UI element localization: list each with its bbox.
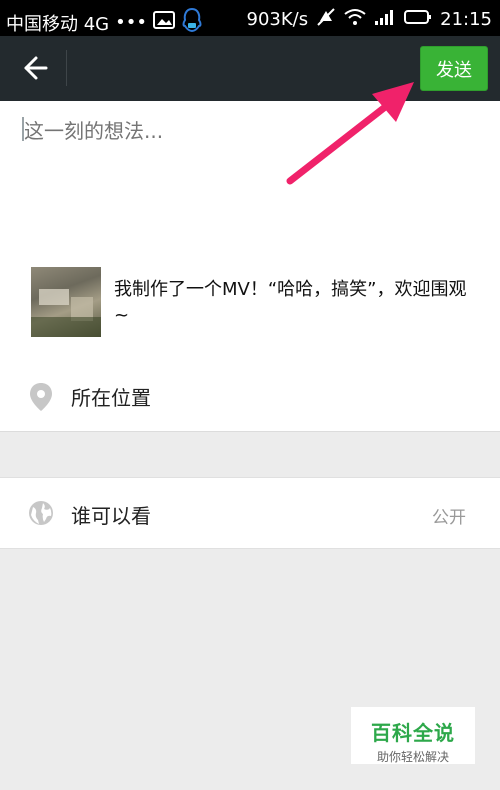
location-label: 所在位置 xyxy=(71,386,151,410)
battery-icon xyxy=(404,9,432,30)
shared-mv-card[interactable]: 我制作了一个MV！“哈哈，搞笑”，欢迎围观~ xyxy=(31,267,471,339)
title-divider xyxy=(66,50,67,86)
visibility-value: 公开 xyxy=(432,508,466,528)
status-bar: 中国移动 4G ••• 903K/s 21:15 xyxy=(0,0,500,36)
signal-icon xyxy=(374,8,396,31)
title-bar: 发送 xyxy=(0,36,500,101)
section-separator xyxy=(0,431,500,432)
back-button[interactable] xyxy=(14,50,54,86)
location-pin-icon xyxy=(30,383,52,411)
location-row[interactable]: 所在位置 xyxy=(0,360,500,431)
image-notification-icon xyxy=(152,10,175,35)
carrier-label: 中国移动 4G xyxy=(6,13,110,35)
send-button[interactable]: 发送 xyxy=(420,46,488,91)
thought-input[interactable] xyxy=(22,115,466,147)
back-arrow-icon xyxy=(24,56,48,80)
qq-notification-icon xyxy=(181,7,203,38)
status-right: 903K/s 21:15 xyxy=(247,7,492,32)
watermark-title: 百科全说 xyxy=(371,721,455,745)
wifi-icon xyxy=(344,8,366,31)
globe-icon xyxy=(29,501,53,525)
location-section: 所在位置 xyxy=(0,360,500,431)
silent-mode-icon xyxy=(316,7,336,32)
visibility-row[interactable]: 谁可以看 公开 xyxy=(0,477,500,549)
share-card-text: 我制作了一个MV！“哈哈，搞笑”，欢迎围观~ xyxy=(114,279,467,326)
network-speed: 903K/s xyxy=(246,9,309,30)
clock: 21:15 xyxy=(440,9,492,30)
watermark-subtitle: 助你轻松解决 xyxy=(376,750,449,764)
compose-panel: 我制作了一个MV！“哈哈，搞笑”，欢迎围观~ xyxy=(0,101,500,360)
mv-thumbnail xyxy=(31,267,101,337)
visibility-label: 谁可以看 xyxy=(71,504,151,528)
notification-dots: ••• xyxy=(115,12,147,33)
status-left: 中国移动 4G ••• xyxy=(6,7,203,38)
baike-watermark: 百科全说 助你轻松解决 xyxy=(351,707,475,764)
